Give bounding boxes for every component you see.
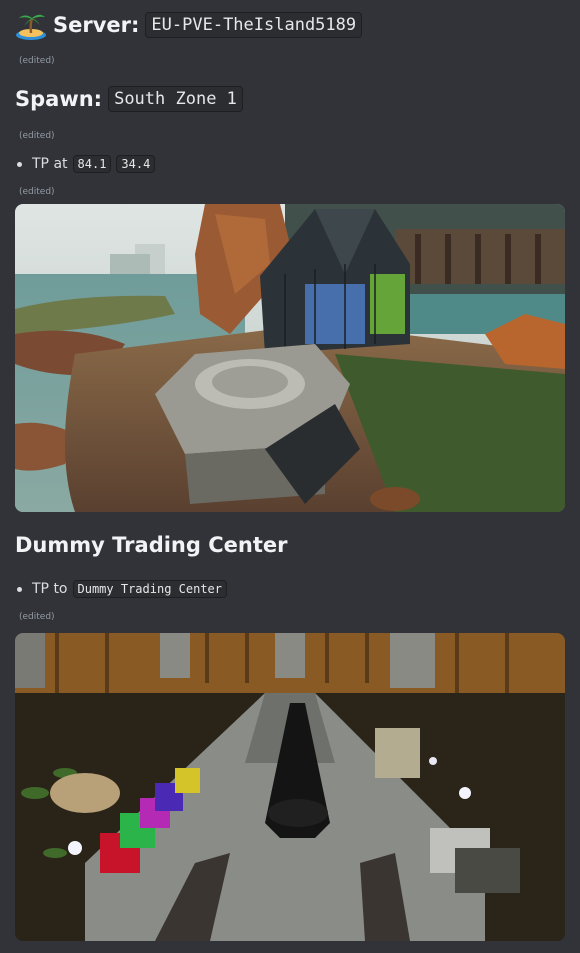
bullet-dot bbox=[17, 161, 22, 167]
edited-indicator: (edited) bbox=[19, 612, 55, 622]
trading-center-screenshot-image[interactable] bbox=[15, 633, 565, 941]
spawn-screenshot-image[interactable] bbox=[15, 204, 565, 512]
tp-target-code: Dummy Trading Center bbox=[72, 580, 227, 598]
bullet-dot bbox=[17, 586, 22, 592]
tp-label: TP at bbox=[32, 156, 68, 172]
server-label: Server: bbox=[53, 13, 140, 37]
desert-island-icon bbox=[15, 10, 47, 40]
tp-coordinates-item: TP at 84.1 34.4 bbox=[17, 155, 156, 173]
server-name-code: EU-PVE-TheIsland5189 bbox=[145, 12, 363, 38]
edited-indicator: (edited) bbox=[19, 131, 55, 141]
tp-label: TP to bbox=[32, 581, 68, 597]
spawn-label: Spawn: bbox=[15, 87, 103, 111]
edited-indicator: (edited) bbox=[19, 56, 55, 66]
server-heading: Server: EU-PVE-TheIsland5189 bbox=[15, 10, 363, 40]
spawn-heading: Spawn: South Zone 1 bbox=[15, 86, 243, 112]
coord-y-code: 34.4 bbox=[116, 155, 156, 173]
spawn-zone-code: South Zone 1 bbox=[108, 86, 243, 112]
coord-x-code: 84.1 bbox=[72, 155, 112, 173]
tp-target-item: TP to Dummy Trading Center bbox=[17, 580, 227, 598]
trading-center-heading: Dummy Trading Center bbox=[15, 533, 287, 557]
section-title: Dummy Trading Center bbox=[15, 533, 288, 557]
edited-indicator: (edited) bbox=[19, 187, 55, 197]
